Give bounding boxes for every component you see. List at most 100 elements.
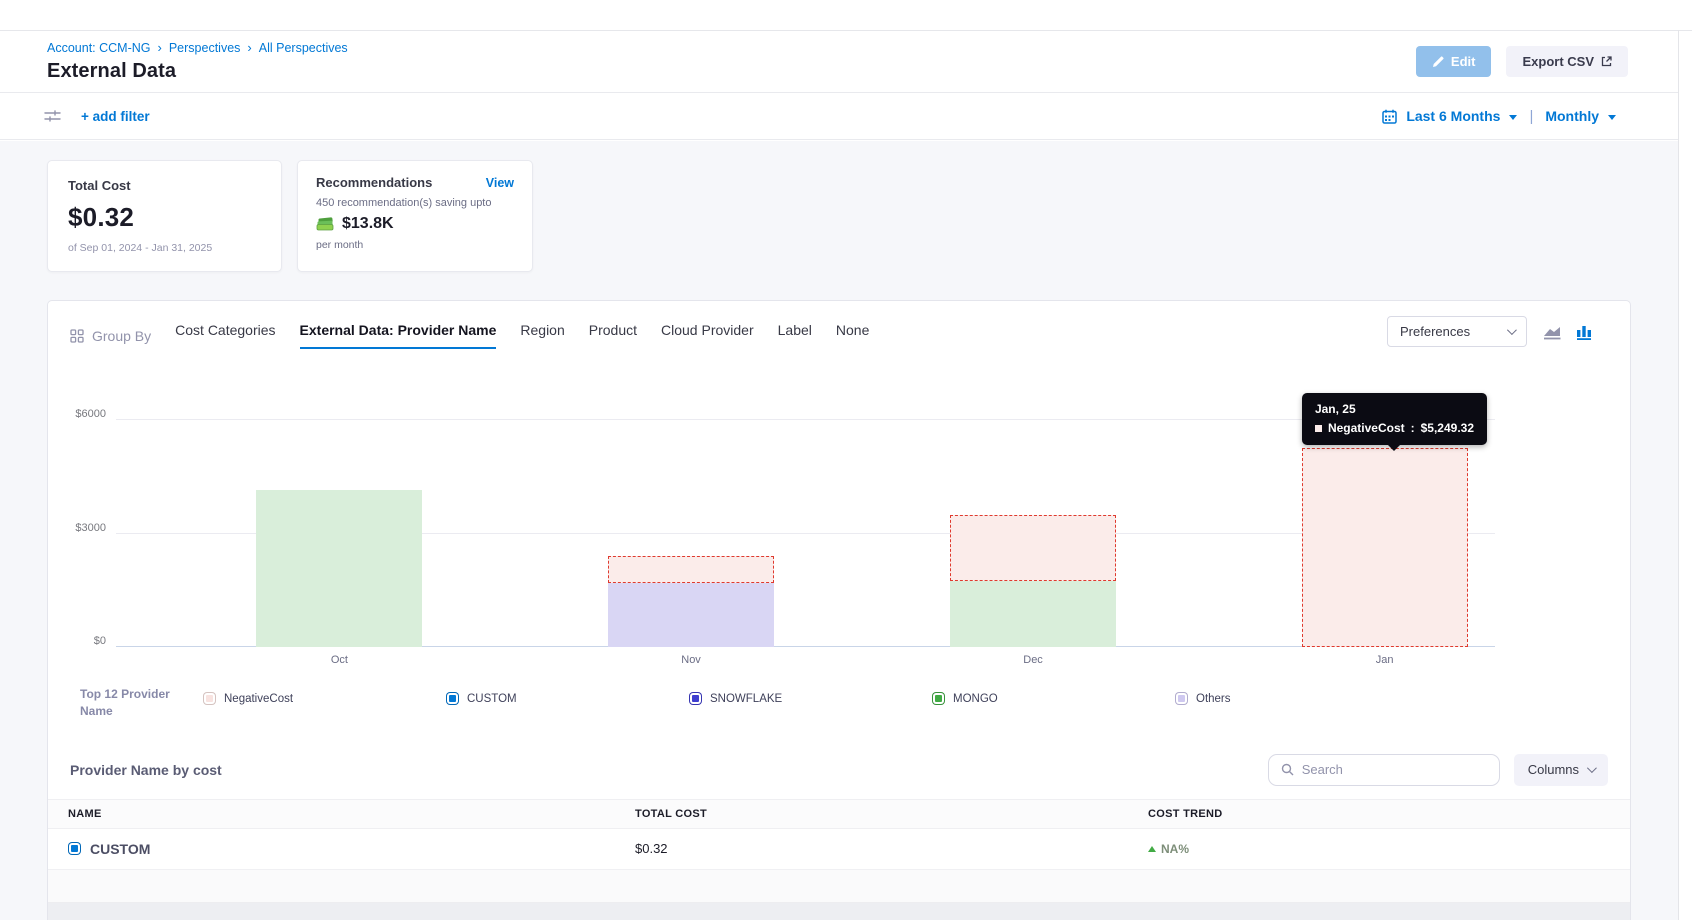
bar-segment-negativecost[interactable] — [1302, 448, 1468, 647]
caret-down-icon — [1608, 115, 1616, 120]
chart-tooltip: Jan, 25 NegativeCost : $5,249.32 — [1302, 393, 1487, 445]
legend-item-others[interactable]: Others — [1175, 692, 1418, 705]
total-cost-card: Total Cost $0.32 of Sep 01, 2024 - Jan 3… — [47, 160, 282, 272]
toolbar-separator: | — [1529, 108, 1533, 125]
tab-cost-categories[interactable]: Cost Categories — [175, 322, 275, 349]
row-total-cost: $0.32 — [635, 841, 1148, 856]
export-csv-button[interactable]: Export CSV — [1506, 46, 1628, 77]
breadcrumb-separator-icon: › — [247, 40, 251, 55]
caret-down-icon — [1509, 115, 1517, 120]
bar-jan[interactable] — [1302, 420, 1468, 647]
x-axis-label: Oct — [331, 654, 348, 666]
column-header-name[interactable]: NAME — [68, 808, 635, 820]
breadcrumb-account[interactable]: Account: CCM-NG — [47, 41, 151, 55]
legend-title: Top 12 Provider Name — [80, 686, 203, 721]
row-cost-trend: NA% — [1161, 842, 1189, 856]
column-header-cost-trend[interactable]: COST TREND — [1148, 808, 1610, 820]
group-by-label: Group By — [70, 328, 151, 344]
table-row-cut — [48, 903, 1630, 920]
perspective-panel: Group By Cost Categories External Data: P… — [47, 300, 1631, 920]
table-row-partial[interactable] — [48, 870, 1630, 903]
chart-xlabels: Oct Nov Dec Jan — [116, 647, 1495, 673]
page-header: Account: CCM-NG › Perspectives › All Per… — [0, 31, 1678, 92]
bar-segment-mongo[interactable] — [256, 490, 422, 647]
groupby-tabs: Cost Categories External Data: Provider N… — [175, 322, 869, 349]
tab-region[interactable]: Region — [520, 322, 564, 349]
breadcrumb-all-perspectives[interactable]: All Perspectives — [259, 41, 348, 55]
content-area: Total Cost $0.32 of Sep 01, 2024 - Jan 3… — [0, 141, 1678, 920]
scrollbar-track[interactable] — [1678, 30, 1679, 920]
bar-nov[interactable] — [608, 420, 774, 647]
column-header-total-cost[interactable]: TOTAL COST — [635, 808, 1148, 820]
y-axis-tick: $0 — [94, 635, 106, 647]
legend-item-mongo[interactable]: MONGO — [932, 692, 1175, 705]
bar-segment-mongo[interactable] — [950, 581, 1116, 647]
table-header-row: NAME TOTAL COST COST TREND — [48, 799, 1630, 829]
row-swatch — [68, 842, 81, 855]
row-provider-name: CUSTOM — [90, 841, 150, 857]
legend-swatch — [1175, 692, 1188, 705]
savings-amount: $13.8K — [342, 215, 394, 233]
calendar-icon — [1382, 109, 1397, 124]
legend-item-custom[interactable]: CUSTOM — [446, 692, 689, 705]
legend-item-label: SNOWFLAKE — [710, 693, 782, 705]
bar-chart-icon[interactable] — [1576, 323, 1594, 340]
money-icon — [316, 217, 335, 231]
bar-oct[interactable] — [256, 420, 422, 647]
search-input[interactable] — [1302, 762, 1487, 777]
search-box[interactable] — [1268, 754, 1500, 786]
page-title: External Data — [47, 60, 348, 83]
legend-item-label: CUSTOM — [467, 693, 517, 705]
table-row[interactable]: CUSTOM $0.32 NA% — [48, 829, 1630, 870]
search-icon — [1281, 763, 1294, 776]
granularity-select[interactable]: Monthly — [1545, 108, 1599, 124]
filter-toolbar: + add filter Last 6 Months | Monthly — [0, 92, 1678, 140]
tooltip-series-bullet — [1315, 425, 1322, 432]
table-title: Provider Name by cost — [70, 762, 222, 778]
add-filter-button[interactable]: + add filter — [81, 109, 150, 124]
trend-up-icon — [1148, 846, 1156, 852]
legend-item-negativecost[interactable]: NegativeCost — [203, 692, 446, 705]
tab-product[interactable]: Product — [589, 322, 637, 349]
total-cost-value: $0.32 — [68, 202, 261, 233]
preferences-dropdown[interactable]: Preferences — [1387, 316, 1527, 347]
recommendations-summary: 450 recommendation(s) saving upto — [316, 197, 514, 209]
tooltip-title: Jan, 25 — [1315, 402, 1474, 416]
recommendations-label: Recommendations — [316, 175, 432, 190]
bar-segment-snowflake[interactable] — [608, 583, 774, 647]
legend-item-label: Others — [1196, 693, 1231, 705]
tooltip-value: $5,249.32 — [1421, 421, 1474, 435]
chevron-down-icon — [1587, 763, 1597, 773]
x-axis-label: Jan — [1376, 654, 1394, 666]
x-axis-label: Nov — [681, 654, 701, 666]
external-link-icon — [1601, 56, 1612, 67]
legend-item-label: MONGO — [953, 693, 998, 705]
filter-settings-icon[interactable] — [44, 108, 61, 124]
tab-cloud-provider[interactable]: Cloud Provider — [661, 322, 754, 349]
total-cost-period: of Sep 01, 2024 - Jan 31, 2025 — [68, 242, 261, 254]
area-chart-icon[interactable] — [1543, 323, 1565, 340]
total-cost-label: Total Cost — [68, 178, 261, 193]
legend-item-snowflake[interactable]: SNOWFLAKE — [689, 692, 932, 705]
tab-external-data-provider-name[interactable]: External Data: Provider Name — [300, 322, 497, 349]
x-axis-label: Dec — [1023, 654, 1043, 666]
chevron-down-icon — [1507, 325, 1517, 335]
bar-segment-negativecost[interactable] — [608, 556, 774, 583]
tab-none[interactable]: None — [836, 322, 869, 349]
bar-segment-negativecost[interactable] — [950, 515, 1116, 581]
chart-legend: Top 12 Provider Name NegativeCost CUSTOM S… — [48, 686, 1630, 721]
y-axis-tick: $6000 — [75, 408, 106, 420]
columns-button[interactable]: Columns — [1514, 754, 1608, 786]
breadcrumb-perspectives[interactable]: Perspectives — [169, 41, 241, 55]
tab-label[interactable]: Label — [778, 322, 812, 349]
time-range-select[interactable]: Last 6 Months — [1406, 108, 1500, 124]
savings-cadence: per month — [316, 239, 514, 251]
pencil-icon — [1432, 56, 1444, 68]
legend-swatch — [446, 692, 459, 705]
tooltip-series-name: NegativeCost — [1328, 421, 1405, 435]
legend-swatch — [203, 692, 216, 705]
app-viewport: Account: CCM-NG › Perspectives › All Per… — [0, 0, 1692, 920]
view-recommendations-link[interactable]: View — [486, 176, 514, 190]
edit-button[interactable]: Edit — [1416, 46, 1492, 77]
bar-dec[interactable] — [950, 420, 1116, 647]
